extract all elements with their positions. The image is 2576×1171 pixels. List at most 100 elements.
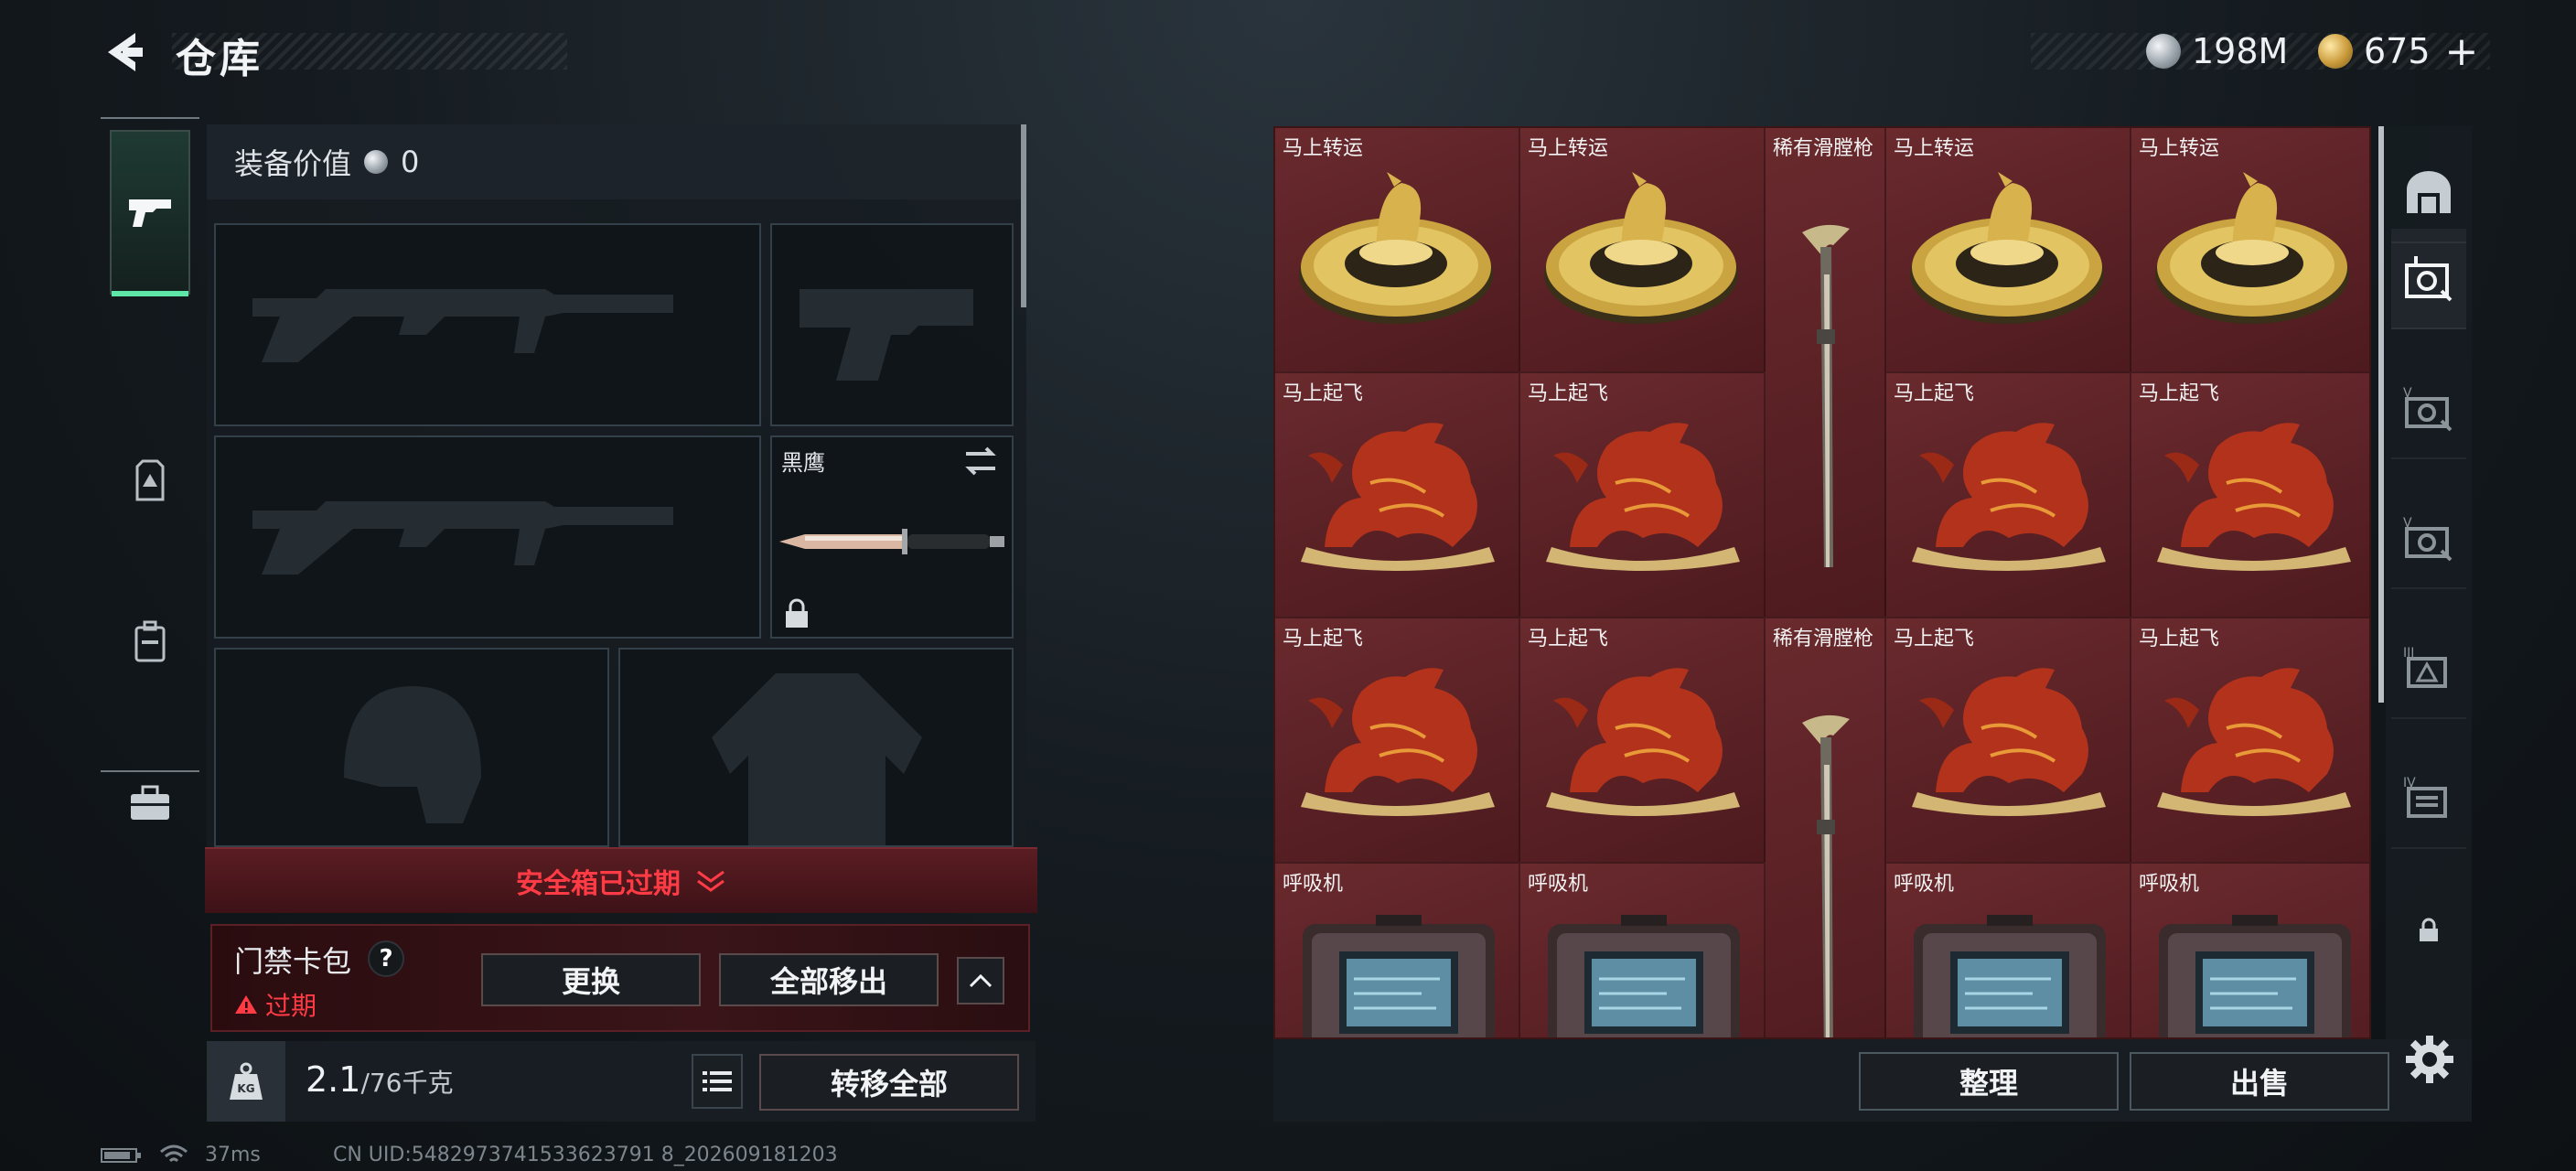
storage-item-horse[interactable]: 马上起飞 bbox=[1275, 373, 1520, 618]
storage-item-horse[interactable]: 马上起飞 bbox=[1520, 618, 1766, 864]
loadout-scrollbar[interactable] bbox=[1021, 124, 1026, 307]
knife-icon bbox=[779, 529, 1004, 554]
svg-text:KG: KG bbox=[237, 1082, 254, 1095]
loadout-category-rail bbox=[101, 117, 199, 820]
wifi-icon bbox=[160, 1144, 188, 1162]
ventilator-icon bbox=[1914, 915, 2106, 1037]
melee-weapon-slot[interactable]: 黑鹰 bbox=[770, 435, 1014, 639]
storage-item-horse[interactable]: 马上起飞 bbox=[1886, 373, 2131, 618]
helmet-silhouette-icon bbox=[344, 686, 481, 823]
storage-item-coin[interactable]: 马上转运 bbox=[1275, 128, 1520, 373]
sidearm-slot[interactable] bbox=[770, 223, 1014, 426]
ping-value: 37ms bbox=[205, 1144, 261, 1166]
list-view-button[interactable] bbox=[692, 1054, 743, 1109]
item-name: 马上起飞 bbox=[1528, 382, 1609, 405]
armor-vest-icon bbox=[135, 459, 165, 501]
helmet-slot[interactable] bbox=[214, 648, 609, 847]
safe-box-expired-toggle[interactable]: 安全箱已过期 bbox=[205, 847, 1037, 913]
back-arrow-icon[interactable] bbox=[99, 27, 148, 77]
ventilator-icon bbox=[1303, 915, 1495, 1037]
red-horse-statue-icon bbox=[1546, 423, 1740, 571]
item-name: 呼吸机 bbox=[1528, 873, 1589, 896]
move-all-out-button[interactable]: 全部移出 bbox=[719, 953, 939, 1006]
rail-item-weapons[interactable] bbox=[110, 130, 190, 296]
chevron-up-icon bbox=[969, 973, 993, 988]
card-pack-help-button[interactable]: ? bbox=[368, 940, 404, 977]
pistol-silhouette-icon bbox=[800, 289, 973, 381]
storage-item-coin[interactable]: 马上转运 bbox=[1886, 128, 2131, 373]
rail-item-backpack[interactable] bbox=[101, 565, 199, 719]
red-horse-statue-icon bbox=[1912, 668, 2106, 816]
current-weight: 2.1 bbox=[306, 1059, 361, 1100]
storage-tab-3[interactable]: V bbox=[2391, 489, 2466, 589]
storage-item-horse[interactable]: 马上起飞 bbox=[1520, 373, 1766, 618]
sort-button[interactable]: 整理 bbox=[1859, 1052, 2119, 1111]
item-name: 马上起飞 bbox=[1528, 628, 1609, 650]
red-horse-statue-icon bbox=[1301, 668, 1495, 816]
storage-tab-5[interactable]: IV bbox=[2391, 748, 2466, 849]
storage-item-horse[interactable]: 马上起飞 bbox=[1886, 618, 2131, 864]
card-pack-title: 门禁卡包 bbox=[234, 944, 352, 979]
lucky-horse-coin-icon bbox=[2155, 172, 2349, 324]
item-name: 马上起飞 bbox=[1283, 382, 1364, 405]
silver-amount: 198M bbox=[2192, 31, 2289, 71]
storage-item-ventilator[interactable]: 呼吸机 bbox=[1520, 864, 1766, 1037]
storage-item-ventilator[interactable]: 呼吸机 bbox=[1275, 864, 1520, 1037]
storage-tab-locked[interactable] bbox=[2391, 880, 2466, 981]
lucky-horse-coin-icon bbox=[1299, 172, 1493, 324]
vault-tab-icon bbox=[2405, 256, 2453, 302]
lucky-horse-coin-icon bbox=[1910, 172, 2104, 324]
vault-door-icon bbox=[2407, 171, 2451, 213]
equipment-value: 0 bbox=[401, 145, 420, 179]
storage-item-musket[interactable]: 稀有滑膛枪 bbox=[1766, 128, 1886, 618]
storage-tab-2[interactable]: V bbox=[2391, 359, 2466, 459]
kg-weight-icon: KG bbox=[230, 1062, 263, 1100]
status-footer: 37ms bbox=[101, 1144, 261, 1166]
storage-item-ventilator[interactable]: 呼吸机 bbox=[1886, 864, 2131, 1037]
gear-icon[interactable] bbox=[2402, 1032, 2457, 1087]
storage-tab-1[interactable] bbox=[2391, 229, 2466, 329]
red-horse-statue-icon bbox=[1301, 423, 1495, 571]
lock-icon bbox=[2420, 918, 2438, 941]
warning-icon bbox=[235, 995, 257, 1014]
storage-item-coin[interactable]: 马上转运 bbox=[2131, 128, 2369, 373]
storage-scrollbar[interactable] bbox=[2378, 126, 2384, 703]
lucky-horse-coin-icon bbox=[1544, 172, 1738, 324]
vest-silhouette-icon bbox=[712, 673, 922, 845]
sell-button[interactable]: 出售 bbox=[2130, 1052, 2389, 1111]
storage-item-horse[interactable]: 马上起飞 bbox=[2131, 618, 2369, 864]
storage-item-coin[interactable]: 马上转运 bbox=[1520, 128, 1766, 373]
musket-icon bbox=[1802, 714, 1850, 1037]
lock-icon bbox=[786, 598, 808, 628]
add-currency-button[interactable]: + bbox=[2445, 28, 2479, 75]
item-name: 呼吸机 bbox=[1283, 873, 1344, 896]
storage-item-ventilator[interactable]: 呼吸机 bbox=[2131, 864, 2369, 1037]
storage-item-musket[interactable]: 稀有滑膛枪 bbox=[1766, 618, 1886, 1037]
transfer-all-button[interactable]: 转移全部 bbox=[759, 1054, 1019, 1111]
rifle-silhouette-icon bbox=[252, 289, 673, 362]
max-weight: /76千克 bbox=[360, 1068, 454, 1098]
storage-item-horse[interactable]: 马上起飞 bbox=[1275, 618, 1520, 864]
user-uid: CN UID:5482973741533623791 8_20260918120… bbox=[333, 1144, 838, 1166]
item-name: 稀有滑膛枪 bbox=[1773, 137, 1874, 160]
body-armor-slot[interactable] bbox=[618, 648, 1014, 847]
storage-tab-4[interactable]: III bbox=[2391, 618, 2466, 719]
replace-button[interactable]: 更换 bbox=[481, 953, 701, 1006]
card-pack-status-text: 过期 bbox=[265, 991, 317, 1021]
swap-icon[interactable] bbox=[962, 445, 999, 478]
backpack-icon bbox=[134, 620, 166, 662]
rail-item-armor[interactable] bbox=[101, 404, 199, 558]
battery-icon bbox=[101, 1147, 141, 1163]
red-horse-statue-icon bbox=[2157, 668, 2351, 816]
collapse-button[interactable] bbox=[957, 957, 1004, 1004]
vault-tab-icon: V bbox=[2403, 386, 2453, 432]
rifle-silhouette-icon bbox=[252, 501, 673, 575]
primary-weapon-slot-1[interactable] bbox=[214, 223, 761, 426]
storage-item-horse[interactable]: 马上起飞 bbox=[2131, 373, 2369, 618]
equipment-value-row: 装备价值 0 bbox=[207, 124, 1026, 199]
primary-weapon-slot-2[interactable] bbox=[214, 435, 761, 639]
musket-icon bbox=[1802, 224, 1850, 567]
card-pack-status: 过期 bbox=[234, 986, 317, 1023]
silver-coin-icon bbox=[2146, 34, 2181, 69]
rail-item-case[interactable] bbox=[101, 726, 199, 880]
